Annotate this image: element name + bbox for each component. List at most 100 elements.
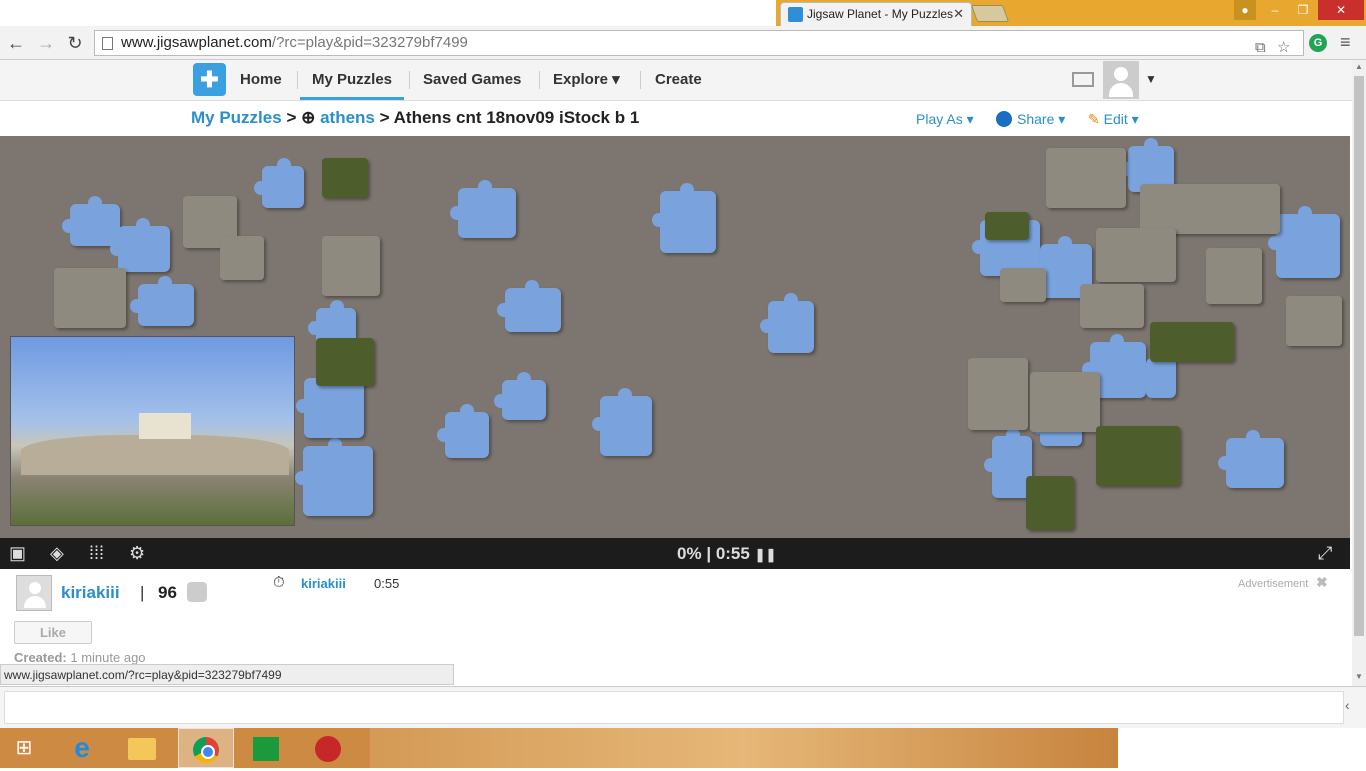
- downloader-icon[interactable]: [306, 728, 350, 768]
- address-bar[interactable]: www.jigsawplanet.com/?rc=play&pid=323279…: [94, 30, 1304, 56]
- puzzle-piece[interactable]: [497, 280, 561, 332]
- nav-divider: [409, 71, 410, 89]
- browser-tab[interactable]: Jigsaw Planet - My Puzzles ✕: [780, 2, 972, 26]
- reload-icon[interactable]: ↻: [65, 33, 85, 53]
- puzzle-piece[interactable]: [1150, 322, 1234, 362]
- puzzle-piece[interactable]: [54, 268, 126, 328]
- back-icon[interactable]: ←: [6, 33, 26, 53]
- ghost-icon[interactable]: ◈: [50, 543, 64, 564]
- puzzle-piece[interactable]: [254, 158, 304, 208]
- puzzle-preview-image: [10, 336, 295, 526]
- breadcrumb-athens[interactable]: athens: [320, 108, 375, 127]
- pause-icon[interactable]: ❚❚: [755, 547, 777, 562]
- translate-icon[interactable]: ⧉: [1255, 36, 1266, 60]
- scroll-up-icon[interactable]: ▲: [1355, 62, 1363, 71]
- puzzle-piece[interactable]: [1026, 476, 1074, 530]
- picture-icon[interactable]: ▣: [9, 543, 26, 564]
- account-dropdown-icon[interactable]: ▼: [1145, 72, 1157, 86]
- game-timer: 0:55: [715, 544, 750, 563]
- close-window-button[interactable]: ✕: [1318, 0, 1364, 20]
- nav-my-puzzles[interactable]: My Puzzles: [300, 60, 405, 100]
- maximize-button[interactable]: ❐: [1290, 0, 1316, 20]
- nav-create[interactable]: Create: [643, 60, 714, 100]
- puzzle-piece[interactable]: [450, 180, 516, 238]
- windows-start-icon[interactable]: ⊞: [2, 728, 46, 768]
- created-label: Created:: [14, 650, 67, 665]
- puzzle-piece[interactable]: [1000, 268, 1046, 302]
- mail-icon[interactable]: [1072, 72, 1094, 87]
- jigsaw-planet-logo[interactable]: ✚: [193, 63, 226, 96]
- puzzle-board[interactable]: [0, 136, 1350, 538]
- vertical-scrollbar[interactable]: ▲ ▼: [1352, 60, 1366, 686]
- puzzle-piece[interactable]: [220, 236, 264, 280]
- browser-toolbar: ← → ↻ www.jigsawplanet.com/?rc=play&pid=…: [0, 26, 1366, 60]
- nav-saved-games[interactable]: Saved Games: [411, 60, 533, 100]
- owner-name[interactable]: kiriakiii: [61, 583, 120, 603]
- puzzle-piece[interactable]: [1138, 350, 1176, 398]
- puzzle-piece[interactable]: [1096, 228, 1176, 282]
- puzzle-piece[interactable]: [1206, 248, 1262, 304]
- store-icon[interactable]: [244, 728, 288, 768]
- puzzle-piece[interactable]: [130, 276, 194, 326]
- gear-icon[interactable]: ⚙: [129, 543, 145, 564]
- breadcrumb-my-puzzles[interactable]: My Puzzles: [191, 108, 282, 127]
- like-button[interactable]: Like: [14, 621, 92, 644]
- puzzle-piece[interactable]: [1030, 372, 1100, 432]
- player-name[interactable]: kiriakiii: [301, 576, 346, 591]
- puzzle-piece[interactable]: [1140, 184, 1280, 234]
- page-icon: [102, 37, 113, 50]
- puzzle-piece[interactable]: [652, 183, 716, 253]
- puzzle-piece[interactable]: [437, 404, 489, 458]
- star-icon[interactable]: ☆: [1277, 36, 1290, 60]
- owner-avatar[interactable]: [16, 575, 52, 611]
- puzzle-piece[interactable]: [1218, 430, 1284, 488]
- puzzle-piece[interactable]: [322, 158, 368, 198]
- grid-icon[interactable]: ⁞⁞⁞: [89, 543, 104, 564]
- puzzle-piece[interactable]: [1046, 148, 1126, 208]
- puzzle-piece[interactable]: [1268, 206, 1340, 278]
- puzzle-piece[interactable]: [1096, 426, 1180, 486]
- puzzle-piece[interactable]: [322, 236, 380, 296]
- user-profile-icon[interactable]: ●: [1234, 0, 1256, 20]
- url-path: /?rc=play&pid=323279bf7499: [271, 34, 468, 51]
- puzzle-piece[interactable]: [760, 293, 814, 353]
- chrome-taskbar-icon[interactable]: [178, 728, 234, 768]
- puzzle-piece[interactable]: [316, 338, 374, 386]
- chevron-left-icon[interactable]: ‹: [1345, 697, 1350, 713]
- created-value: 1 minute ago: [70, 650, 146, 665]
- puzzle-piece[interactable]: [62, 196, 120, 246]
- user-avatar[interactable]: [1103, 61, 1139, 99]
- close-ad-icon[interactable]: ✖: [1316, 574, 1328, 591]
- puzzle-piece[interactable]: [985, 212, 1029, 240]
- file-explorer-icon[interactable]: [120, 728, 164, 768]
- scroll-thumb[interactable]: [1354, 76, 1364, 636]
- puzzle-piece[interactable]: [1286, 296, 1342, 346]
- fullscreen-icon[interactable]: ⤢: [1318, 543, 1332, 564]
- puzzle-piece[interactable]: [494, 372, 546, 420]
- internet-explorer-icon[interactable]: e: [60, 728, 104, 768]
- puzzle-piece[interactable]: [110, 218, 170, 272]
- play-as-menu[interactable]: Play As ▾: [916, 111, 974, 128]
- chrome-menu-icon[interactable]: ≡: [1340, 32, 1351, 53]
- puzzle-piece[interactable]: [295, 438, 373, 516]
- puzzle-piece[interactable]: [592, 388, 652, 456]
- taskbar-empty: [1118, 728, 1366, 768]
- minimize-button[interactable]: ‒: [1262, 0, 1288, 20]
- nav-explore[interactable]: Explore ▾: [541, 60, 632, 100]
- new-tab-button[interactable]: [970, 5, 1010, 22]
- extension-icon[interactable]: G: [1309, 34, 1327, 52]
- puzzle-piece[interactable]: [968, 358, 1028, 430]
- scroll-down-icon[interactable]: ▼: [1355, 672, 1363, 681]
- nav-home[interactable]: Home: [228, 60, 294, 100]
- owner-separator: |: [140, 583, 145, 602]
- forward-icon[interactable]: →: [36, 33, 56, 53]
- window-titlebar: [0, 0, 1366, 26]
- tab-close-icon[interactable]: ✕: [953, 3, 964, 25]
- browser-status-bar: www.jigsawplanet.com/?rc=play&pid=323279…: [0, 664, 454, 685]
- share-menu[interactable]: Share ▾: [996, 111, 1065, 128]
- nav-divider: [640, 71, 641, 89]
- edit-menu[interactable]: ✎ Edit ▾: [1088, 111, 1139, 128]
- timer-icon: ⏱: [273, 574, 285, 591]
- puzzle-piece[interactable]: [1080, 284, 1144, 328]
- puzzle-piece[interactable]: [296, 370, 364, 438]
